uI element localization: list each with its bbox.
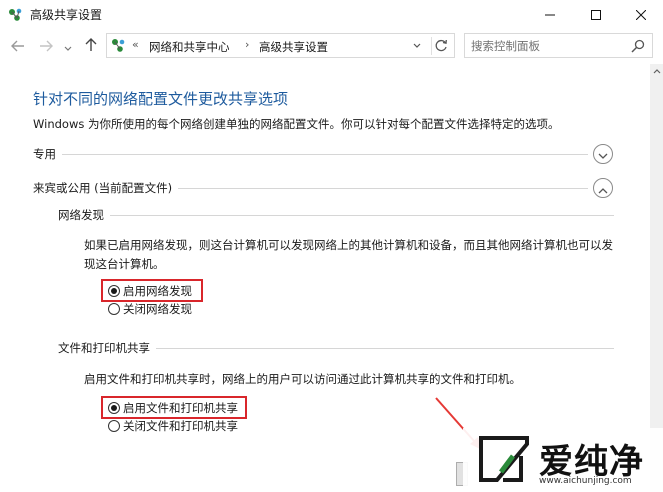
radio-enable-network-discovery[interactable]: 启用网络发现	[108, 282, 192, 300]
chevron-up-icon	[598, 179, 608, 198]
radio-label[interactable]: 启用网络发现	[123, 283, 192, 299]
navigation-bar: « 网络和共享中心 › 高级共享设置	[0, 30, 663, 62]
radio-button[interactable]	[108, 303, 120, 315]
radio-button[interactable]	[108, 285, 120, 297]
close-icon	[635, 5, 647, 24]
watermark-logo: 爱纯净 www.aichunjing.com	[463, 428, 663, 492]
breadcrumb-separator[interactable]: ›	[245, 38, 249, 51]
breadcrumb-advanced-sharing[interactable]: 高级共享设置	[259, 39, 328, 55]
arrow-up-icon	[85, 37, 97, 56]
breadcrumb-network-sharing-center[interactable]: 网络和共享中心	[149, 39, 230, 55]
radio-button[interactable]	[108, 420, 120, 432]
address-dropdown-button[interactable]	[410, 39, 424, 53]
refresh-icon	[435, 37, 448, 56]
radio-label[interactable]: 关闭文件和打印机共享	[123, 418, 238, 434]
network-discovery-heading-row: 网络发现	[58, 207, 614, 223]
expand-private-button[interactable]	[593, 144, 613, 164]
arrow-left-icon	[11, 37, 25, 56]
watermark-url: www.aichunjing.com	[539, 476, 632, 486]
network-icon	[8, 7, 24, 21]
back-button[interactable]	[10, 38, 26, 54]
collapse-guest-public-button[interactable]	[593, 178, 613, 198]
profile-guest-public-header[interactable]: 来宾或公用 (当前配置文件)	[33, 178, 613, 198]
window-title: 高级共享设置	[30, 8, 103, 22]
refresh-button[interactable]	[431, 37, 451, 55]
arrow-right-icon	[39, 37, 53, 56]
radio-disable-network-discovery[interactable]: 关闭网络发现	[108, 300, 192, 318]
radio-label[interactable]: 关闭网络发现	[123, 301, 192, 317]
forward-button[interactable]	[38, 38, 54, 54]
search-icon[interactable]	[631, 38, 647, 54]
divider	[58, 215, 614, 216]
page-title: 针对不同的网络配置文件更改共享选项	[33, 90, 289, 108]
file-printer-sharing-heading-row: 文件和打印机共享	[58, 340, 614, 356]
minimize-icon	[545, 5, 555, 24]
up-button[interactable]	[83, 37, 99, 56]
profile-private-header[interactable]: 专用	[33, 144, 613, 164]
file-printer-sharing-description: 启用文件和打印机共享时，网络上的用户可以访问通过此计算机共享的文件和打印机。	[84, 372, 521, 386]
recent-locations-button[interactable]	[63, 38, 73, 54]
file-printer-sharing-heading: 文件和打印机共享	[58, 340, 156, 356]
search-box[interactable]	[464, 33, 653, 58]
breadcrumb-overflow[interactable]: «	[132, 38, 139, 51]
chevron-down-icon	[598, 145, 608, 164]
radio-label[interactable]: 启用文件和打印机共享	[123, 400, 238, 416]
scroll-up-icon[interactable]	[650, 64, 663, 78]
close-button[interactable]	[619, 0, 663, 28]
radio-enable-file-printer-sharing[interactable]: 启用文件和打印机共享	[108, 399, 238, 417]
profile-private-label: 专用	[33, 146, 62, 162]
chevron-down-icon	[64, 37, 72, 56]
search-input[interactable]	[471, 37, 621, 54]
page-description: Windows 为你所使用的每个网络创建单独的网络配置文件。你可以针对每个配置文…	[33, 117, 560, 131]
address-bar[interactable]: « 网络和共享中心 › 高级共享设置	[106, 33, 455, 58]
network-discovery-description: 如果已启用网络发现，则这台计算机可以发现网络上的其他计算机和设备，而且其他网络计…	[84, 238, 613, 271]
radio-button[interactable]	[108, 402, 120, 414]
network-discovery-heading: 网络发现	[58, 207, 110, 223]
control-panel-network-icon	[111, 38, 127, 53]
maximize-button[interactable]	[573, 0, 619, 28]
divider	[33, 154, 588, 155]
radio-disable-file-printer-sharing[interactable]: 关闭文件和打印机共享	[108, 417, 238, 435]
watermark-mark-icon	[479, 436, 529, 482]
minimize-button[interactable]	[527, 0, 573, 28]
maximize-icon	[591, 5, 601, 24]
title-bar: 高级共享设置	[0, 0, 663, 28]
profile-guest-public-label: 来宾或公用 (当前配置文件)	[33, 180, 179, 196]
